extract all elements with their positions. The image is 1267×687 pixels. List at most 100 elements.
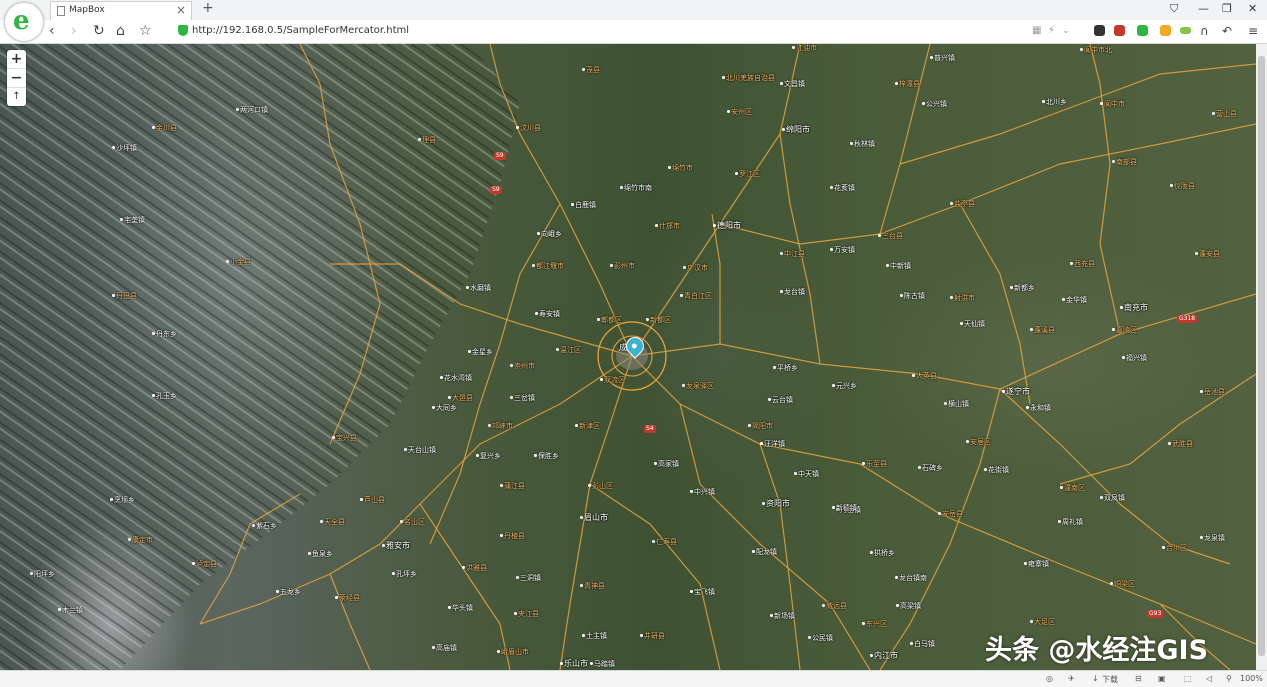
place-label: 金华镇: [1062, 296, 1087, 304]
extension-icon-3[interactable]: [1137, 25, 1148, 36]
place-label: 天台山镇: [404, 446, 436, 454]
place-label: 秋林镇: [850, 140, 875, 148]
download-label[interactable]: 下载: [1102, 674, 1118, 685]
volume-icon[interactable]: ◁: [1206, 674, 1212, 683]
tab-bar: MapBox × + ⛉ — ❐ ✕: [0, 0, 1267, 21]
scrollbar-thumb[interactable]: [1258, 56, 1265, 656]
security-shield-icon: [178, 25, 188, 36]
browser-logo[interactable]: e: [4, 2, 44, 42]
forward-button[interactable]: ›: [71, 23, 77, 39]
restore-button[interactable]: ❐: [1222, 2, 1232, 15]
place-label: 彭州市: [610, 262, 635, 270]
extension-icon-1[interactable]: [1094, 25, 1105, 36]
place-label: 郫都区: [597, 316, 622, 324]
place-label: 新场镇: [770, 612, 795, 620]
place-label: 乐至县: [862, 460, 887, 468]
bookmark-star-icon[interactable]: ☆: [139, 23, 152, 39]
place-label: 威远县: [822, 602, 847, 610]
download-icon[interactable]: ↓: [1092, 674, 1099, 683]
reload-button[interactable]: ↻: [93, 23, 105, 39]
undo-icon[interactable]: ↶: [1222, 23, 1232, 39]
headphones-icon[interactable]: ∩: [1200, 23, 1209, 39]
place-label: 洪雅县: [462, 564, 487, 572]
place-label: 天全县: [320, 518, 345, 526]
place-label: 陈古镇: [900, 292, 925, 300]
place-label: 名山区: [400, 518, 425, 526]
minimize-button[interactable]: —: [1198, 2, 1209, 15]
place-label: 盐亭县: [950, 200, 975, 208]
status-icon-1[interactable]: ◎: [1046, 674, 1053, 683]
place-label: 龙泉驿区: [682, 382, 714, 390]
place-label: 安岳县: [938, 510, 963, 518]
zoom-level[interactable]: 100%: [1240, 674, 1263, 683]
place-label: 小金县: [226, 258, 251, 266]
place-label: 水磨镇: [466, 284, 491, 292]
road: [1059, 373, 1256, 485]
zoom-out-button[interactable]: −: [7, 69, 26, 88]
place-label: 青神县: [580, 582, 605, 590]
place-label: 配龙镇: [752, 548, 777, 556]
url-field[interactable]: http://192.168.0.5/SampleForMercator.htm…: [192, 25, 409, 36]
place-label: 鱼泉乡: [308, 550, 333, 558]
compass-button[interactable]: ↑: [7, 88, 26, 106]
place-label: 绵竹市南: [620, 184, 652, 192]
place-label: 崇州市: [510, 362, 535, 370]
mountain-texture: [0, 44, 520, 670]
place-label: 大足区: [1030, 618, 1055, 626]
place-label: 峨眉山市: [497, 648, 529, 656]
road: [779, 133, 821, 365]
road: [899, 63, 1256, 165]
menu-icon[interactable]: ≡: [1248, 23, 1258, 39]
place-label: 绵竹市: [668, 164, 693, 172]
favorites-icon[interactable]: ⛉: [1170, 2, 1178, 16]
place-label: 夹江县: [514, 610, 539, 618]
status-icon-2[interactable]: ✈: [1068, 674, 1075, 683]
place-label: 嘉陵区: [1112, 326, 1137, 334]
zoom-in-button[interactable]: +: [7, 50, 26, 69]
status-icon-5[interactable]: ⬚: [1184, 674, 1192, 683]
place-label: 雅安市: [382, 542, 410, 550]
status-icon-4[interactable]: ▣: [1158, 674, 1166, 683]
lightning-icon[interactable]: ⚡: [1048, 23, 1055, 39]
close-tab-icon[interactable]: ×: [176, 3, 186, 17]
tab-mapbox[interactable]: MapBox ×: [50, 1, 192, 20]
place-label: 射洪市: [950, 294, 975, 302]
qr-icon[interactable]: ▦: [1032, 23, 1041, 39]
place-label: 保胜乡: [534, 452, 559, 460]
zoom-icon[interactable]: ⚲: [1226, 674, 1232, 683]
place-label: 丹棱县: [500, 532, 525, 540]
extension-icon-2[interactable]: [1114, 25, 1125, 36]
road: [879, 44, 931, 235]
place-label: 横山镇: [944, 400, 969, 408]
extension-icon-4[interactable]: [1160, 25, 1171, 36]
chevron-down-icon[interactable]: ⌄: [1062, 23, 1070, 39]
place-label: 汶川县: [516, 124, 541, 132]
new-tab-button[interactable]: +: [202, 0, 214, 16]
vertical-scrollbar[interactable]: [1256, 44, 1267, 670]
place-label: 新都区: [646, 316, 671, 324]
back-button[interactable]: ‹: [49, 23, 55, 39]
place-label: 云台镇: [768, 396, 793, 404]
road-shield: S9: [490, 186, 502, 194]
battery-icon[interactable]: [1180, 27, 1191, 34]
home-button[interactable]: ⌂: [116, 23, 125, 39]
place-label: 康定市: [128, 536, 153, 544]
place-label: 高庙镇: [432, 644, 457, 652]
road: [329, 573, 371, 670]
place-label: 大邑县: [448, 394, 473, 402]
road-shield: G318: [1177, 315, 1198, 323]
place-label: 资阳市: [762, 500, 790, 508]
close-window-button[interactable]: ✕: [1248, 2, 1257, 15]
place-label: 文昌镇: [780, 80, 805, 88]
place-label: 宅垄镇: [120, 216, 145, 224]
place-label: 大同乡: [432, 404, 457, 412]
browser-logo-letter: e: [13, 6, 30, 36]
map-canvas[interactable]: 成都市绵阳市德阳市遂宁市南充市资阳市眉山市雅安市乐山市内江市都江堰市彭州市什邡市…: [0, 44, 1256, 670]
place-label: 中新镇: [886, 262, 911, 270]
place-label: 简阳市: [748, 422, 773, 430]
place-label: 马踏镇: [590, 660, 615, 668]
status-icon-3[interactable]: ⊟: [1135, 674, 1142, 683]
place-label: 公兴镇: [922, 100, 947, 108]
place-label: 两河口镇: [236, 106, 268, 114]
place-label: 孔玉乡: [152, 392, 177, 400]
